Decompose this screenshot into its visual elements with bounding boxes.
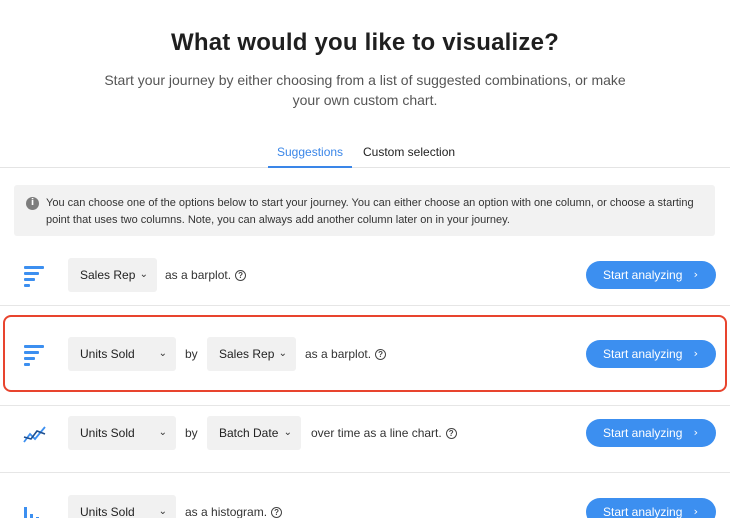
help-icon[interactable]: ?: [235, 270, 247, 282]
chevron-down-icon: ⌄: [278, 348, 287, 359]
second-column-select[interactable]: Batch Date ⌄: [207, 416, 301, 450]
barplot-icon: [24, 266, 44, 287]
column-select[interactable]: Units Sold ⌄: [68, 495, 176, 518]
column-select-value: Units Sold: [80, 347, 135, 361]
start-analyzing-button[interactable]: Start analyzing ›: [586, 419, 716, 447]
column-select[interactable]: Sales Rep ⌄: [68, 258, 157, 292]
second-column-select[interactable]: Sales Rep ⌄: [207, 337, 296, 371]
suggestion-suffix: as a barplot.?: [305, 337, 387, 371]
help-icon[interactable]: ?: [271, 507, 283, 518]
suggestion-suffix: as a barplot.?: [165, 258, 247, 292]
tab-active-underline: [268, 166, 352, 168]
info-icon: i: [26, 197, 39, 210]
by-text: by: [185, 426, 198, 440]
by-text: by: [185, 347, 198, 361]
button-label: Start analyzing: [603, 347, 683, 361]
tab-custom-selection[interactable]: Custom selection: [363, 145, 455, 159]
start-analyzing-button[interactable]: Start analyzing ›: [586, 340, 716, 368]
second-column-value: Batch Date: [219, 426, 279, 440]
column-select[interactable]: Units Sold ⌄: [68, 337, 176, 371]
line-chart-icon: [23, 426, 46, 443]
chevron-down-icon: ⌄: [158, 506, 167, 517]
chevron-down-icon: ⌄: [158, 427, 167, 438]
page-subtitle: Start your journey by either choosing fr…: [104, 72, 626, 108]
chevron-down-icon: ⌄: [158, 348, 167, 359]
button-label: Start analyzing: [603, 268, 683, 282]
chevron-right-icon: ›: [693, 505, 698, 518]
info-banner: i You can choose one of the options belo…: [14, 185, 715, 236]
suggestion-suffix: as a histogram.?: [185, 495, 283, 518]
start-analyzing-button[interactable]: Start analyzing ›: [586, 261, 716, 289]
chevron-down-icon: ⌄: [283, 427, 292, 438]
chevron-down-icon: ⌄: [139, 269, 148, 280]
help-icon[interactable]: ?: [445, 428, 457, 440]
row-divider: [0, 472, 730, 473]
histogram-icon: [24, 507, 39, 518]
button-label: Start analyzing: [603, 505, 683, 518]
suffix-text: as a histogram.: [185, 505, 268, 518]
column-select[interactable]: Units Sold ⌄: [68, 416, 176, 450]
tab-suggestions[interactable]: Suggestions: [277, 145, 343, 159]
button-label: Start analyzing: [603, 426, 683, 440]
suffix-text: as a barplot.: [165, 268, 232, 282]
row-divider: [0, 305, 730, 306]
second-column-value: Sales Rep: [219, 347, 275, 361]
barplot-icon: [24, 345, 44, 366]
start-analyzing-button[interactable]: Start analyzing ›: [586, 498, 716, 518]
suffix-text: over time as a line chart.: [311, 426, 442, 440]
info-text: You can choose one of the options below …: [46, 197, 694, 226]
page-title: What would you like to visualize?: [171, 29, 559, 56]
column-select-value: Units Sold: [80, 505, 135, 518]
suggestion-row: Units Sold ⌄ as a histogram.? Start anal…: [0, 484, 730, 518]
suggestion-suffix: over time as a line chart.?: [311, 416, 457, 450]
help-icon[interactable]: ?: [375, 349, 387, 361]
tab-bar: Suggestions Custom selection: [0, 136, 730, 168]
chevron-right-icon: ›: [693, 347, 698, 360]
column-select-value: Units Sold: [80, 426, 135, 440]
chevron-right-icon: ›: [693, 426, 698, 439]
suffix-text: as a barplot.: [305, 347, 372, 361]
chevron-right-icon: ›: [693, 268, 698, 281]
column-select-value: Sales Rep: [80, 268, 136, 282]
suggestion-row: Units Sold ⌄ by Batch Date ⌄ over time a…: [0, 405, 730, 463]
suggestion-row: Sales Rep ⌄ as a barplot.? Start analyzi…: [0, 247, 730, 305]
suggestion-row: Units Sold ⌄ by Sales Rep ⌄ as a barplot…: [0, 326, 730, 384]
